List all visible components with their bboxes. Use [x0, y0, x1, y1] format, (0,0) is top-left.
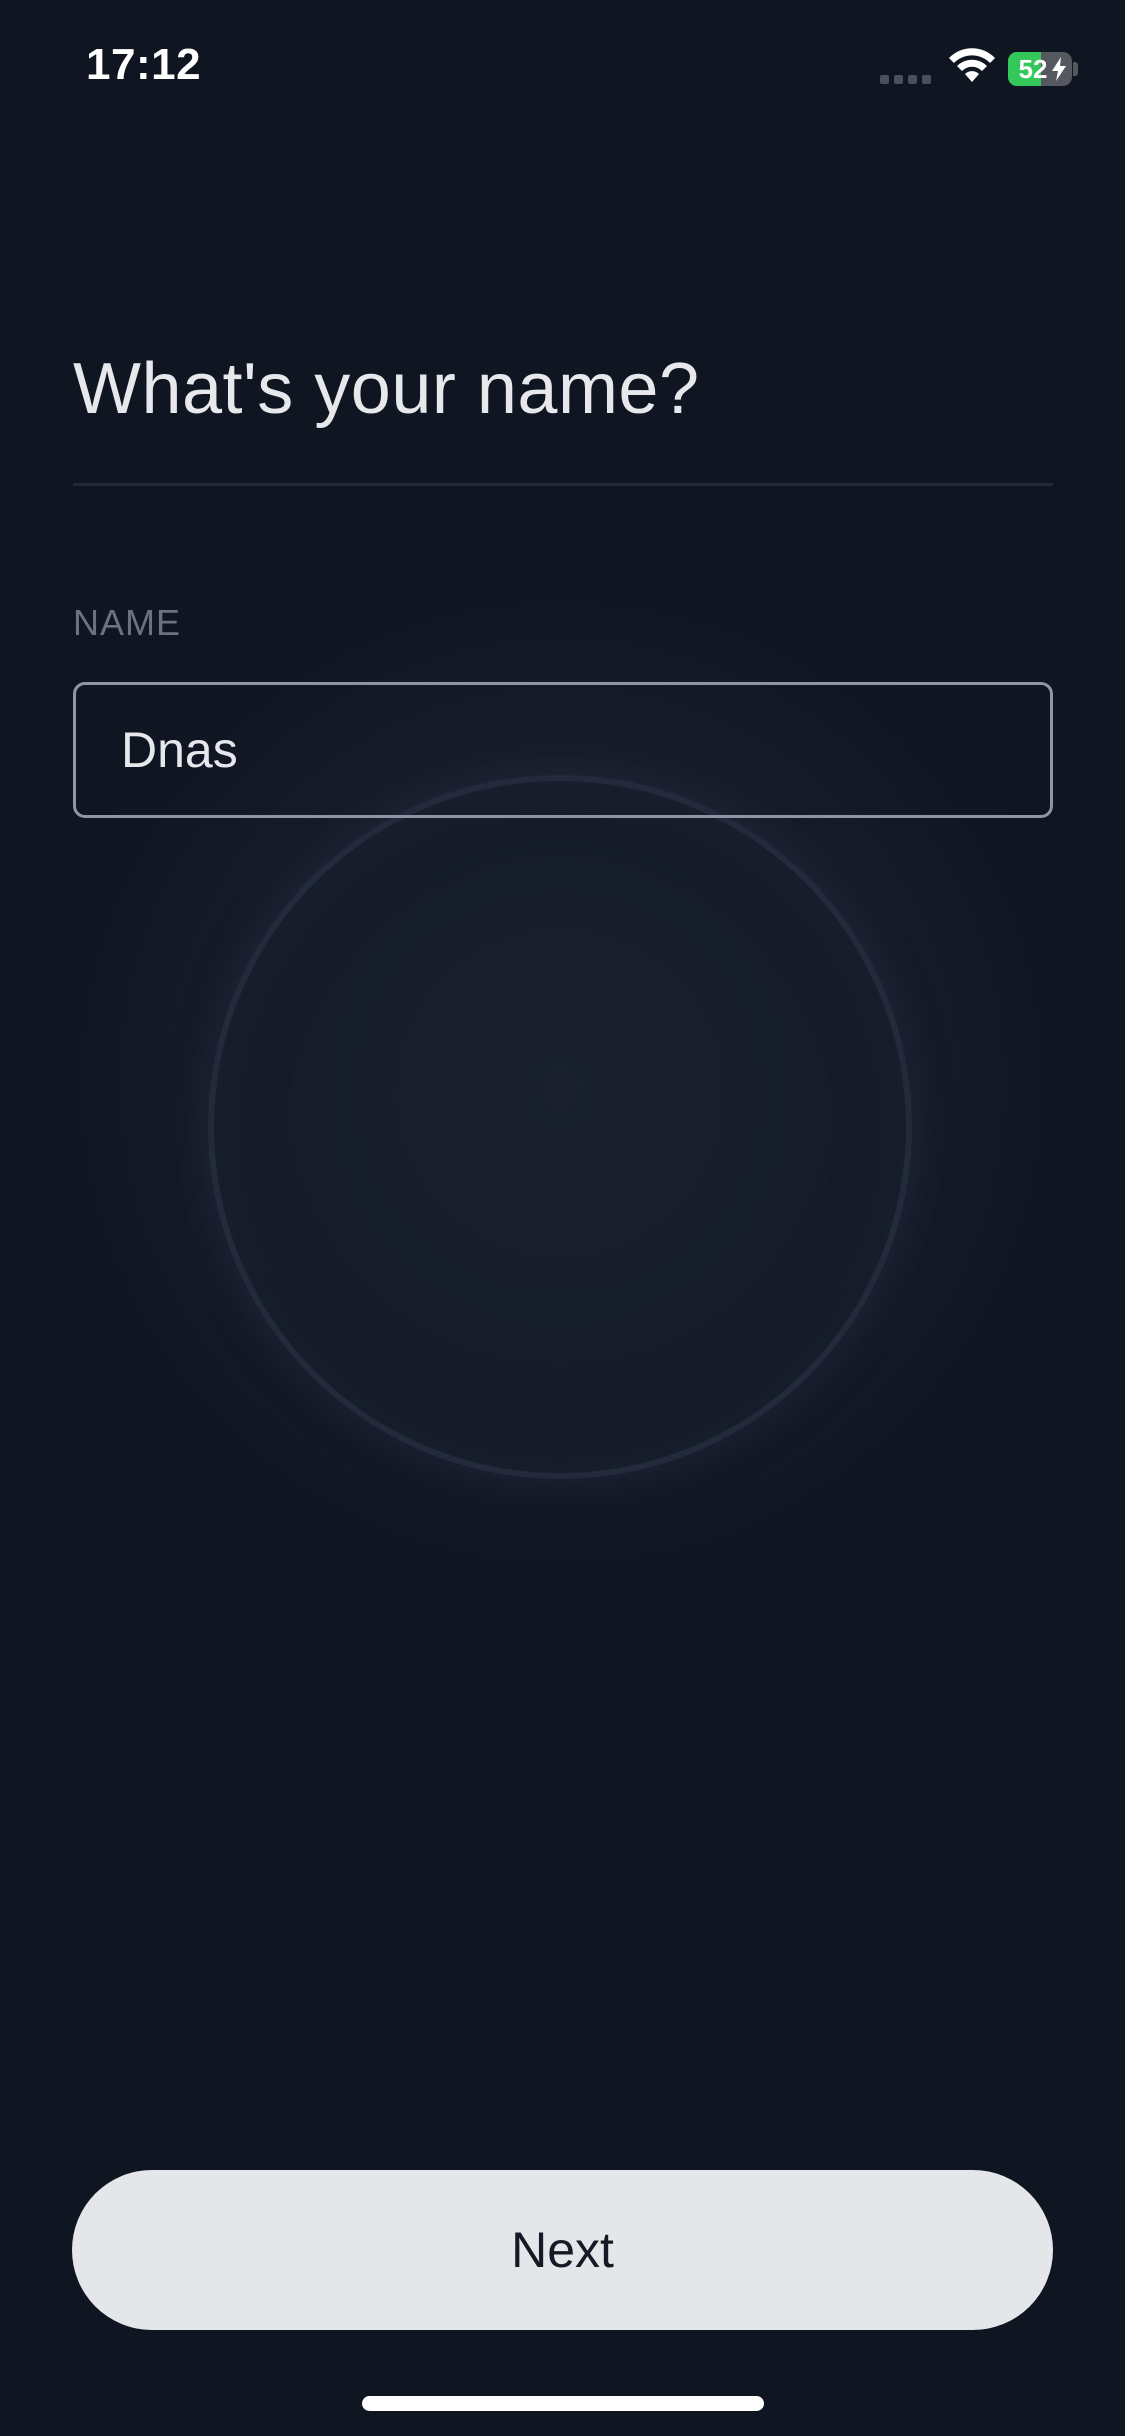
- name-input[interactable]: [73, 682, 1053, 818]
- title-divider: [73, 483, 1053, 486]
- battery-icon: 52: [1008, 52, 1072, 86]
- cellular-signal-icon: [880, 75, 931, 84]
- page-title: What's your name?: [73, 349, 700, 429]
- home-indicator[interactable]: [362, 2396, 764, 2411]
- decorative-circle: [208, 775, 912, 1479]
- wifi-icon: [949, 48, 995, 82]
- status-bar: 17:12 52: [0, 0, 1125, 140]
- name-field-label: NAME: [73, 602, 182, 643]
- status-time: 17:12: [86, 40, 202, 89]
- battery-tip: [1073, 62, 1078, 76]
- onboarding-screen: 17:12 52 What's your name? NAME Next: [0, 0, 1125, 2436]
- charging-bolt-icon: [1052, 57, 1066, 81]
- next-button[interactable]: Next: [72, 2170, 1053, 2330]
